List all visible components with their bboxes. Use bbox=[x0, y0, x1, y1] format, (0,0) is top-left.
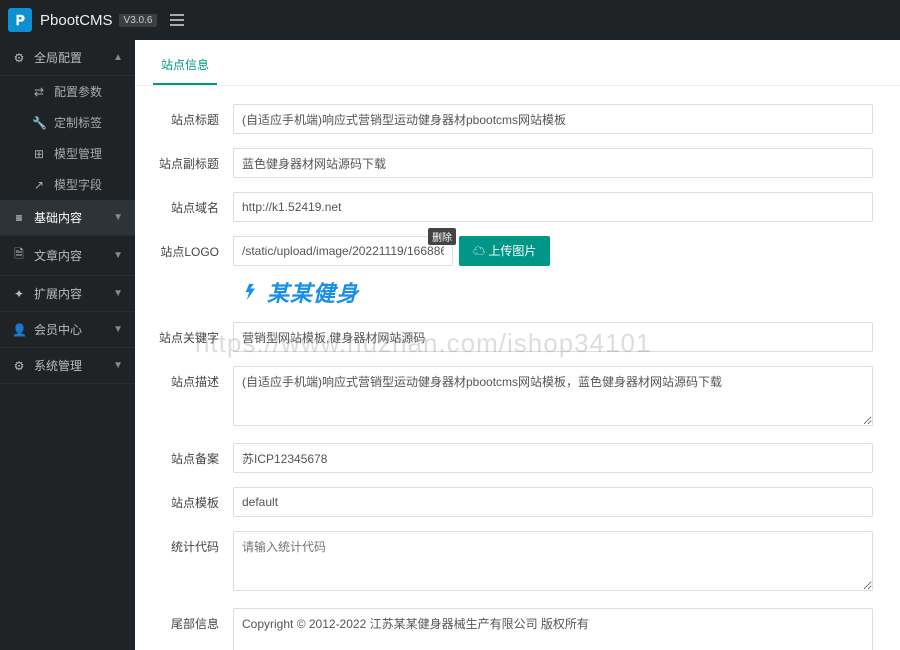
textarea-site-footer[interactable]: Copyright © 2012-2022 江苏某某健身器械生产有限公司 版权所… bbox=[233, 608, 873, 650]
upload-button[interactable]: ☁ 上传图片 bbox=[459, 236, 550, 266]
external-icon: ↗ bbox=[32, 178, 46, 192]
logo-preview: 某某健身 bbox=[233, 276, 873, 308]
label-site-title: 站点标题 bbox=[153, 104, 233, 128]
label-site-keywords: 站点关键字 bbox=[153, 322, 233, 346]
input-site-logo-path[interactable] bbox=[233, 236, 453, 266]
label-site-tpl: 站点模板 bbox=[153, 487, 233, 511]
label-site-domain: 站点域名 bbox=[153, 192, 233, 216]
label-site-subtitle: 站点副标题 bbox=[153, 148, 233, 172]
sidebar: ⚙ 全局配置 ▲ ⇄配置参数 🔧定制标签 ⊞模型管理 ↗模型字段 ≡ 基础内容 … bbox=[0, 40, 135, 650]
input-site-title[interactable] bbox=[233, 104, 873, 134]
user-icon: 👤 bbox=[12, 323, 26, 337]
chevron-down-icon: ▼ bbox=[113, 324, 123, 335]
version-badge: V3.0.6 bbox=[119, 14, 158, 27]
sidebar-group-basic[interactable]: ≡ 基础内容 ▼ bbox=[0, 200, 135, 236]
site-form: 站点标题 站点副标题 站点域名 站点LOGO 删除 ☁ bbox=[135, 86, 900, 650]
delete-badge[interactable]: 删除 bbox=[428, 228, 456, 245]
list-icon: ≡ bbox=[12, 211, 26, 225]
sidebar-group-extend[interactable]: ✦ 扩展内容 ▼ bbox=[0, 276, 135, 312]
sidebar-item-model[interactable]: ⊞模型管理 bbox=[0, 138, 135, 169]
sidebar-group-member[interactable]: 👤 会员中心 ▼ bbox=[0, 312, 135, 348]
tabbar: 站点信息 bbox=[135, 46, 900, 86]
wrench-icon: 🔧 bbox=[32, 116, 46, 130]
input-site-subtitle[interactable] bbox=[233, 148, 873, 178]
logo-text: 某某健身 bbox=[267, 276, 359, 308]
fitness-icon bbox=[233, 277, 263, 307]
document-icon: 🗎 bbox=[12, 245, 26, 266]
gear-icon: ⚙ bbox=[12, 51, 26, 65]
sidebar-group-system[interactable]: ⚙ 系统管理 ▼ bbox=[0, 348, 135, 384]
app-logo bbox=[8, 8, 32, 32]
chevron-up-icon: ▲ bbox=[113, 52, 123, 63]
label-site-icp: 站点备案 bbox=[153, 443, 233, 467]
chevron-down-icon: ▼ bbox=[113, 250, 123, 261]
chevron-down-icon: ▼ bbox=[113, 360, 123, 371]
sidebar-group-article[interactable]: 🗎 文章内容 ▼ bbox=[0, 236, 135, 276]
topbar: PbootCMS V3.0.6 bbox=[0, 0, 900, 40]
grid-icon: ⊞ bbox=[32, 147, 46, 161]
input-site-keywords[interactable] bbox=[233, 322, 873, 352]
textarea-site-desc[interactable]: (自适应手机端)响应式营销型运动健身器材pbootcms网站模板，蓝色健身器材网… bbox=[233, 366, 873, 426]
gear-icon: ⚙ bbox=[12, 359, 26, 373]
input-site-domain[interactable] bbox=[233, 192, 873, 222]
sidebar-item-tags[interactable]: 🔧定制标签 bbox=[0, 107, 135, 138]
sidebar-label: 全局配置 bbox=[34, 49, 82, 66]
tab-site-info[interactable]: 站点信息 bbox=[153, 46, 217, 85]
input-site-icp[interactable] bbox=[233, 443, 873, 473]
sliders-icon: ⇄ bbox=[32, 85, 46, 99]
menu-toggle-icon[interactable] bbox=[165, 8, 189, 32]
label-site-desc: 站点描述 bbox=[153, 366, 233, 390]
sidebar-item-fields[interactable]: ↗模型字段 bbox=[0, 169, 135, 200]
label-site-stats: 统计代码 bbox=[153, 531, 233, 555]
sidebar-group-global[interactable]: ⚙ 全局配置 ▲ bbox=[0, 40, 135, 76]
label-site-footer: 尾部信息 bbox=[153, 608, 233, 632]
textarea-site-stats[interactable] bbox=[233, 531, 873, 591]
chevron-down-icon: ▼ bbox=[113, 212, 123, 223]
chevron-down-icon: ▼ bbox=[113, 288, 123, 299]
main-content: 站点信息 站点标题 站点副标题 站点域名 站点LOGO 删除 bbox=[135, 40, 900, 650]
sidebar-item-config[interactable]: ⇄配置参数 bbox=[0, 76, 135, 107]
cloud-upload-icon: ☁ bbox=[473, 244, 485, 258]
brand-name: PbootCMS bbox=[40, 12, 113, 29]
expand-icon: ✦ bbox=[12, 287, 26, 301]
label-site-logo: 站点LOGO bbox=[153, 236, 233, 260]
input-site-tpl[interactable] bbox=[233, 487, 873, 517]
